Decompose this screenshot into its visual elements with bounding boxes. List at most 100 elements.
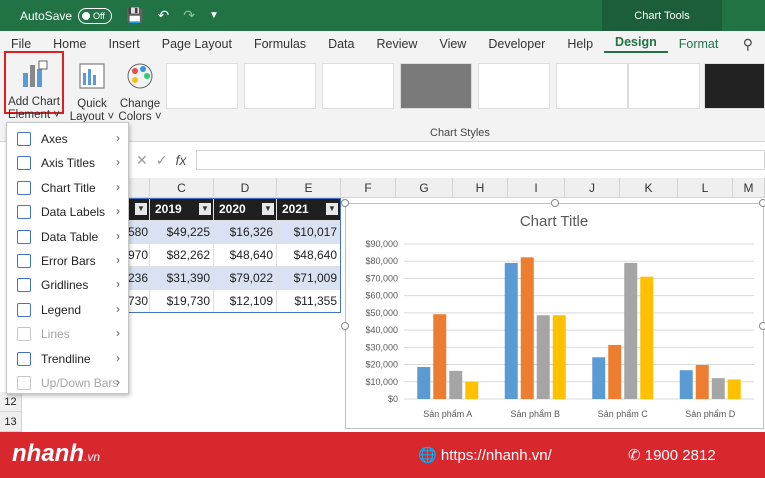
table-header-b[interactable]: ▼ xyxy=(128,198,150,221)
col-header-m[interactable]: M xyxy=(733,178,765,198)
table-cell[interactable]: 580 xyxy=(128,221,150,244)
tab-developer[interactable]: Developer xyxy=(477,37,556,51)
table-cell[interactable]: $79,022 xyxy=(214,267,277,290)
col-header-g[interactable]: G xyxy=(396,178,453,198)
resize-handle-left[interactable] xyxy=(341,322,349,330)
table-cell[interactable]: $49,225 xyxy=(150,221,214,244)
tab-design[interactable]: Design xyxy=(604,35,668,53)
menu-item-data-table[interactable]: Data Table › xyxy=(7,225,128,249)
bar[interactable] xyxy=(449,370,463,399)
row-header-13[interactable]: 13 xyxy=(0,412,22,432)
enter-icon[interactable]: ✓ xyxy=(156,152,168,169)
tab-help[interactable]: Help xyxy=(556,37,604,51)
bar[interactable] xyxy=(552,315,566,399)
table-cell[interactable]: $48,640 xyxy=(214,244,277,267)
chart-style-2[interactable] xyxy=(244,63,316,109)
col-header-d[interactable]: D xyxy=(214,178,277,198)
col-header-e[interactable]: E xyxy=(277,178,341,198)
table-cell[interactable]: $12,109 xyxy=(214,290,277,313)
table-cell[interactable]: $16,326 xyxy=(214,221,277,244)
col-header-l[interactable]: L xyxy=(678,178,733,198)
redo-icon[interactable]: ↷ xyxy=(183,7,195,24)
col-header-k[interactable]: K xyxy=(620,178,678,198)
bar[interactable] xyxy=(592,357,606,399)
chart-style-7[interactable] xyxy=(628,63,700,109)
table-cell[interactable]: $11,355 xyxy=(277,290,341,313)
resize-handle-tl[interactable] xyxy=(341,199,349,207)
table-cell[interactable]: $19,730 xyxy=(150,290,214,313)
bar[interactable] xyxy=(536,315,550,399)
resize-handle-tr[interactable] xyxy=(759,199,765,207)
tab-file[interactable]: File xyxy=(0,37,42,51)
menu-item-legend[interactable]: Legend › xyxy=(7,298,128,322)
table-cell[interactable]: 730 xyxy=(128,290,150,313)
bar[interactable] xyxy=(679,370,693,399)
save-icon[interactable]: 💾 xyxy=(126,7,143,24)
bar[interactable] xyxy=(465,381,479,399)
chart-style-3[interactable] xyxy=(322,63,394,109)
menu-item-axis-titles[interactable]: Axis Titles › xyxy=(7,151,128,175)
search-icon[interactable]: ⚲ xyxy=(743,36,753,53)
bar[interactable] xyxy=(711,378,725,399)
chart-style-5[interactable] xyxy=(478,63,550,109)
quick-layout-button[interactable]: Quick Layout ˅ xyxy=(66,61,118,124)
phone-number[interactable]: ✆ 1900 2812 xyxy=(628,446,716,464)
menu-item-axes[interactable]: Axes › xyxy=(7,127,128,151)
table-cell[interactable]: $48,640 xyxy=(277,244,341,267)
tab-format[interactable]: Format xyxy=(668,37,730,51)
change-colors-button[interactable]: Change Colors ˅ xyxy=(118,61,162,124)
bar[interactable] xyxy=(695,365,709,399)
col-header-i[interactable]: I xyxy=(508,178,565,198)
tab-home[interactable]: Home xyxy=(42,37,97,51)
chart-style-4[interactable] xyxy=(400,63,472,109)
table-cell[interactable]: $71,009 xyxy=(277,267,341,290)
table-header-2019[interactable]: 2019 ▼ xyxy=(150,198,214,221)
col-header-f[interactable]: F xyxy=(341,178,396,198)
tab-view[interactable]: View xyxy=(428,37,477,51)
col-header-b-partial[interactable] xyxy=(128,178,150,198)
menu-item-chart-title[interactable]: Chart Title › xyxy=(7,176,128,200)
col-header-h[interactable]: H xyxy=(453,178,508,198)
bar[interactable] xyxy=(433,314,447,399)
website-link[interactable]: 🌐 https://nhanh.vn/ xyxy=(418,446,552,464)
bar[interactable] xyxy=(624,262,638,399)
menu-item-error-bars[interactable]: Error Bars › xyxy=(7,249,128,273)
resize-handle-top[interactable] xyxy=(551,199,559,207)
tab-page-layout[interactable]: Page Layout xyxy=(151,37,243,51)
tab-review[interactable]: Review xyxy=(365,37,428,51)
bar[interactable] xyxy=(417,367,431,399)
row-header-12[interactable]: 12 xyxy=(0,392,22,412)
menu-item-trendline[interactable]: Trendline › xyxy=(7,347,128,371)
bar[interactable] xyxy=(504,262,518,399)
tab-insert[interactable]: Insert xyxy=(98,37,151,51)
col-header-c[interactable]: C xyxy=(150,178,214,198)
add-chart-element-button[interactable]: Add Chart Element ˅ xyxy=(4,51,64,121)
table-cell[interactable]: $82,262 xyxy=(150,244,214,267)
chart-area[interactable]: Chart Title $0 $10,000 $20,000 $30,000 $40,0… xyxy=(341,199,765,429)
table-cell[interactable]: 236 xyxy=(128,267,150,290)
chart-style-6[interactable] xyxy=(556,63,628,109)
col-header-j[interactable]: J xyxy=(565,178,620,198)
menu-item-gridlines[interactable]: Gridlines › xyxy=(7,273,128,297)
table-cell[interactable]: 970 xyxy=(128,244,150,267)
tab-data[interactable]: Data xyxy=(317,37,365,51)
autosave-toggle[interactable]: Off xyxy=(78,7,113,24)
chart-title[interactable]: Chart Title xyxy=(520,213,588,230)
table-cell[interactable]: $31,390 xyxy=(150,267,214,290)
customize-icon[interactable]: ▼ xyxy=(209,10,219,21)
tab-formulas[interactable]: Formulas xyxy=(243,37,317,51)
bar[interactable] xyxy=(608,344,622,399)
formula-input[interactable] xyxy=(196,150,765,170)
bar[interactable] xyxy=(520,257,534,399)
undo-icon[interactable]: ↶ xyxy=(157,7,169,24)
resize-handle-right[interactable] xyxy=(759,322,765,330)
menu-item-data-labels[interactable]: Data Labels › xyxy=(7,200,128,224)
table-header-2021[interactable]: 2021 ▼ xyxy=(277,198,341,221)
function-icon[interactable]: fx xyxy=(175,152,186,168)
bar[interactable] xyxy=(640,276,654,399)
cancel-icon[interactable]: ✕ xyxy=(136,152,148,169)
bar[interactable] xyxy=(727,379,741,399)
chart-style-1[interactable] xyxy=(166,63,238,109)
table-cell[interactable]: $10,017 xyxy=(277,221,341,244)
table-header-2020[interactable]: 2020 ▼ xyxy=(214,198,277,221)
